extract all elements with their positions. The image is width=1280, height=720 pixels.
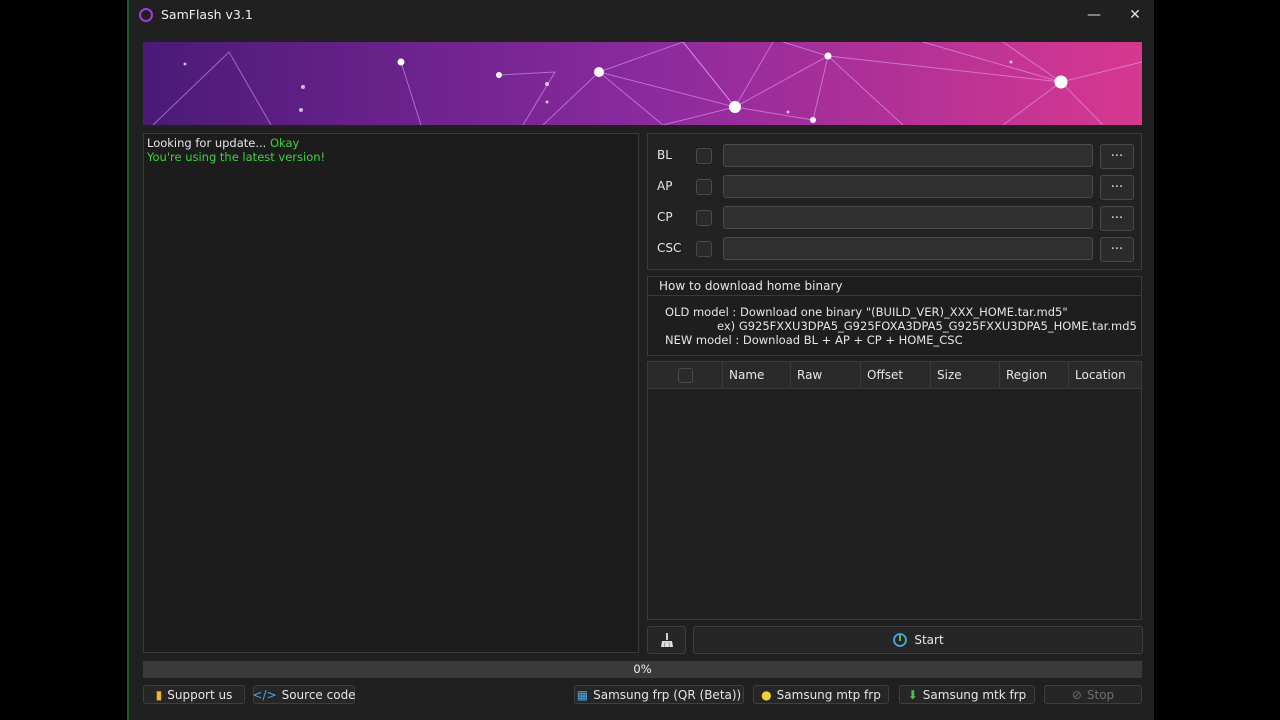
file-label-cp: CP <box>657 210 673 224</box>
select-all-checkbox[interactable] <box>678 368 693 383</box>
qr-code-icon: ▦ <box>576 687 589 702</box>
file-label-csc: CSC <box>657 241 682 255</box>
file-label-bl: BL <box>657 148 672 162</box>
minimize-button[interactable]: — <box>1074 0 1114 30</box>
log-line-update: Looking for update... Okay <box>147 136 300 150</box>
samsung-mtk-frp-button[interactable]: ⬇ Samsung mtk frp <box>899 685 1035 704</box>
file-path-ap[interactable] <box>723 175 1093 198</box>
file-path-bl[interactable] <box>723 144 1093 167</box>
table-header: Name Raw Offset Size Region Location <box>648 362 1141 389</box>
column-name[interactable]: Name <box>722 362 790 388</box>
column-offset[interactable]: Offset <box>860 362 930 388</box>
start-button[interactable]: Start <box>693 626 1143 654</box>
file-label-ap: AP <box>657 179 673 193</box>
source-code-button[interactable]: </> Source code <box>252 685 356 704</box>
lightbulb-icon: ● <box>761 687 772 702</box>
file-checkbox-bl[interactable] <box>696 148 712 164</box>
info-box-header: How to download home binary <box>648 277 1141 296</box>
browse-button-ap[interactable]: ... <box>1100 175 1134 200</box>
samsung-mtp-frp-button[interactable]: ● Samsung mtp frp <box>753 685 889 704</box>
partition-table: Name Raw Offset Size Region Location <box>647 361 1142 620</box>
support-us-button[interactable]: ▮ Support us <box>143 685 245 704</box>
file-row-bl: BL ... <box>648 144 1141 169</box>
progress-bar: 0% <box>143 661 1142 678</box>
cup-icon: ▮ <box>155 687 163 702</box>
file-checkbox-ap[interactable] <box>696 179 712 195</box>
stop-icon: ⊘ <box>1071 687 1082 702</box>
info-example: ex) G925FXXU3DPA5_G925FOXA3DPA5_G925FXXU… <box>717 319 1137 333</box>
app-window: SamFlash v3.1 — ✕ Looking for update... … <box>129 0 1154 720</box>
column-location[interactable]: Location <box>1068 362 1141 388</box>
start-label: Start <box>914 633 944 647</box>
column-region[interactable]: Region <box>999 362 1069 388</box>
column-raw[interactable]: Raw <box>790 362 860 388</box>
power-start-icon <box>893 633 908 647</box>
close-button[interactable]: ✕ <box>1115 0 1155 30</box>
browse-button-bl[interactable]: ... <box>1100 144 1134 169</box>
clear-log-button[interactable] <box>647 626 686 654</box>
firmware-files-panel: BL ... AP ... CP ... CSC ... <box>647 133 1142 270</box>
code-icon: </> <box>252 687 277 702</box>
file-path-csc[interactable] <box>723 237 1093 260</box>
home-binary-info-box: How to download home binary OLD model : … <box>647 276 1142 356</box>
progress-label: 0% <box>633 662 652 676</box>
header-banner <box>143 42 1142 125</box>
file-checkbox-cp[interactable] <box>696 210 712 226</box>
download-icon: ⬇ <box>907 687 918 702</box>
samsung-frp-qr-button[interactable]: ▦ Samsung frp (QR (Beta)) <box>574 685 744 704</box>
column-size[interactable]: Size <box>930 362 1000 388</box>
app-logo-icon <box>139 8 153 22</box>
log-panel: Looking for update... Okay You're using … <box>143 133 639 653</box>
file-row-csc: CSC ... <box>648 237 1141 262</box>
file-checkbox-csc[interactable] <box>696 241 712 257</box>
broom-icon <box>660 633 673 648</box>
title-bar: SamFlash v3.1 — ✕ <box>129 0 1154 30</box>
file-row-ap: AP ... <box>648 175 1141 200</box>
network-graphic <box>143 42 1142 125</box>
browse-button-csc[interactable]: ... <box>1100 237 1134 262</box>
stop-button[interactable]: ⊘ Stop <box>1044 685 1142 704</box>
file-path-cp[interactable] <box>723 206 1093 229</box>
log-status-okay: Okay <box>270 136 300 150</box>
browse-button-cp[interactable]: ... <box>1100 206 1134 231</box>
window-title: SamFlash v3.1 <box>161 7 253 22</box>
info-old-model: OLD model : Download one binary "(BUILD_… <box>665 305 1068 319</box>
log-line-latest: You're using the latest version! <box>147 150 326 164</box>
info-new-model: NEW model : Download BL + AP + CP + HOME… <box>665 333 963 347</box>
info-box-title: How to download home binary <box>659 279 843 293</box>
file-row-cp: CP ... <box>648 206 1141 231</box>
